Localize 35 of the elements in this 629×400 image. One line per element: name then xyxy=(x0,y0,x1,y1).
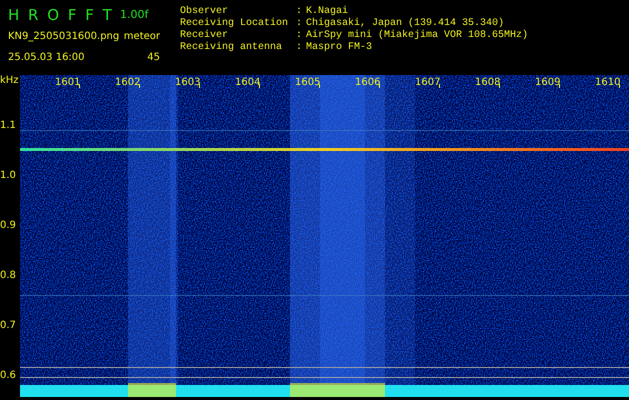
time-label: 1601 xyxy=(55,77,80,88)
time-label: 1604 xyxy=(235,77,260,88)
axis-unit: kHz xyxy=(0,75,19,88)
axis-label: 1.0 xyxy=(0,170,16,180)
time-label: 1607 xyxy=(415,77,440,88)
time-label: 1603 xyxy=(175,77,200,88)
field-label: Receiver xyxy=(180,30,230,42)
separator-text: : xyxy=(296,6,304,18)
separator-text: : xyxy=(296,18,304,30)
time-label: 1608 xyxy=(475,77,500,88)
axis-label: 0.8 xyxy=(0,270,16,280)
axis-label: 0.9 xyxy=(0,220,16,230)
meteor-count: 45 xyxy=(146,52,161,62)
time-label: 1602 xyxy=(115,77,140,88)
axis-label: 1.1 xyxy=(0,120,16,130)
time-label: 1610 xyxy=(595,77,620,88)
field-value: AirSpy mini (Miakejima VOR 108.65MHz) xyxy=(306,30,528,42)
field-label: Receiving antenna xyxy=(180,42,284,54)
detector-label: meteor xyxy=(122,30,161,42)
field-value: K.Nagai xyxy=(306,6,350,18)
time-label: 1605 xyxy=(295,77,320,88)
field-value: Chigasaki, Japan (139.414 35.340) xyxy=(306,18,506,30)
time-label: 1609 xyxy=(535,77,560,88)
program-title: H R O F F T xyxy=(8,6,115,24)
axis-label: 0.6 xyxy=(0,370,16,380)
version-label: 1.00f xyxy=(120,7,150,21)
separator-text: : xyxy=(296,42,304,54)
field-value: Maspro FM-3 xyxy=(306,42,374,54)
axis-label: 0.7 xyxy=(0,320,16,330)
field-label: Observer xyxy=(180,6,230,18)
filename-label: KN9_2505031600.png xyxy=(8,30,120,42)
separator-text: : xyxy=(296,30,304,42)
time-label: 1606 xyxy=(355,77,380,88)
timestamp-label: 25.05.03 16:00 xyxy=(8,52,86,62)
field-label: Receiving Location xyxy=(180,18,290,30)
